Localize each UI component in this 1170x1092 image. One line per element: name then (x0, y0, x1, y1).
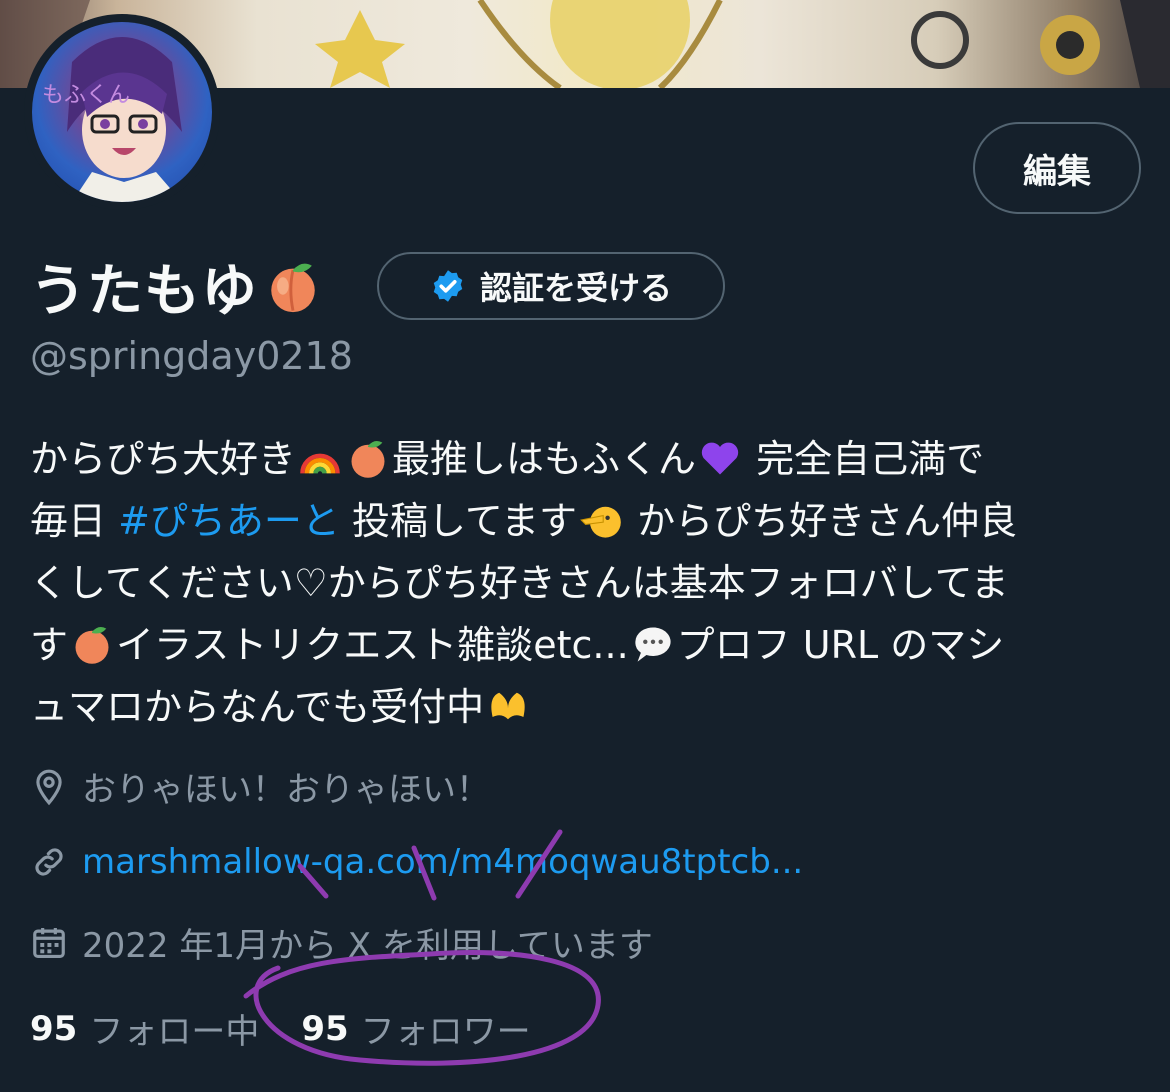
joined-row: 2022 年1月から X を利用しています (30, 918, 653, 967)
verified-badge-icon (433, 270, 463, 302)
get-verified-label: 認証を受ける (479, 269, 672, 307)
heart-hands-emoji (491, 692, 525, 720)
bio-text: 投稿してます (339, 499, 577, 543)
followers-count: 95 (301, 1008, 349, 1049)
profile-bio: からぴち大好き 最推しはもふくん 完全自己満で 毎日 #ぴちあーと 投稿してます… (30, 428, 1140, 738)
peach-emoji (351, 441, 385, 478)
peach-emoji (75, 627, 109, 664)
location-row: おりゃほい！おりゃほい！ (30, 762, 490, 811)
user-handle: @springday0218 (30, 334, 353, 378)
get-verified-button[interactable]: 認証を受ける (377, 252, 725, 320)
following-count: 95 (30, 1008, 78, 1049)
location-text: おりゃほい！おりゃほい！ (82, 770, 490, 810)
rainbow-emoji (300, 453, 340, 474)
edit-profile-button[interactable]: 編集 (973, 122, 1141, 214)
following-label: フォロー中 (89, 1012, 260, 1052)
avatar-image: もふくん (32, 22, 212, 202)
bio-line: ュマロからなんでも受付中 (30, 676, 1140, 738)
display-name: うたもゆ (30, 258, 258, 324)
followers-link[interactable]: 95 フォロワー (301, 1004, 530, 1053)
link-icon (35, 848, 63, 876)
pointing-face-emoji (580, 506, 621, 538)
website-row: marshmallow-qa.com/m4moqwau8tptcb... (30, 842, 803, 882)
bio-text: イラストリクエスト雑談etc... (116, 623, 629, 667)
location-pin-icon (36, 769, 62, 805)
bio-text: 最推しはもふくん (392, 437, 697, 481)
avatar-art: もふくん (42, 37, 182, 202)
purple-heart-emoji (701, 442, 739, 475)
bio-text: からぴち大好き (30, 437, 297, 481)
bio-line: からぴち大好き 最推しはもふくん 完全自己満で (30, 428, 1140, 490)
following-link[interactable]: 95 フォロー中 (30, 1004, 259, 1053)
calendar-icon (33, 927, 65, 958)
website-link[interactable]: marshmallow-qa.com/m4moqwau8tptcb... (82, 842, 803, 882)
hashtag-link[interactable]: #ぴちあーと (118, 499, 340, 543)
bio-text: す (30, 623, 69, 667)
display-name-row: うたもゆ (30, 250, 322, 324)
followers-label: フォロワー (360, 1012, 531, 1052)
bio-text: プロフ URL のマシ (676, 623, 1005, 667)
bio-line: 毎日 #ぴちあーと 投稿してます からぴち好きさん仲良 (30, 490, 1140, 552)
avatar[interactable]: もふくん (24, 14, 220, 210)
svg-text:もふくん: もふくん (42, 83, 130, 108)
bio-text: ュマロからなんでも受付中 (30, 685, 485, 729)
follow-stats: 95 フォロー中 95 フォロワー (30, 1004, 531, 1053)
speech-bubble-emoji (635, 627, 671, 662)
bio-text: 完全自己満で (744, 437, 985, 481)
bio-text: くしてください♡からぴち好きさんは基本フォロバしてま (30, 561, 1009, 605)
bio-text: からぴち好きさん仲良 (624, 499, 1018, 543)
bio-text: 毎日 (30, 499, 119, 543)
bio-line: す イラストリクエスト雑談etc... プロフ URL のマシ (30, 614, 1140, 676)
edit-profile-label: 編集 (1023, 151, 1091, 192)
joined-text: 2022 年1月から X を利用しています (82, 926, 653, 966)
peach-emoji (271, 263, 315, 313)
bio-line: くしてください♡からぴち好きさんは基本フォロバしてま (30, 552, 1140, 614)
